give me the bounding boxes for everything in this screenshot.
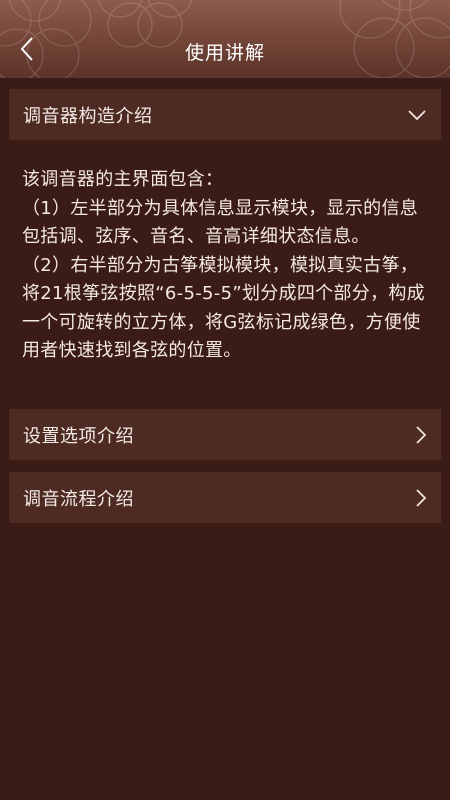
chevron-right-icon xyxy=(415,488,427,508)
section-construction-content: 该调音器的主界面包含： （1）左半部分为具体信息显示模块，显示的信息包括调、弦序… xyxy=(22,166,434,366)
header-bar: 使用讲解 xyxy=(0,0,450,78)
content-item-1: （1）左半部分为具体信息显示模块，显示的信息包括调、弦序、音名、音高详细状态信息… xyxy=(22,197,419,248)
section-label: 调音流程介绍 xyxy=(23,488,134,510)
section-label: 调音器构造介绍 xyxy=(23,105,153,127)
chevron-down-icon xyxy=(407,109,427,121)
section-construction-header[interactable]: 调音器构造介绍 xyxy=(9,89,441,140)
chevron-right-icon xyxy=(415,425,427,445)
content-intro: 该调音器的主界面包含： xyxy=(22,169,224,190)
section-settings-header[interactable]: 设置选项介绍 xyxy=(9,409,441,460)
section-tuning-flow-header[interactable]: 调音流程介绍 xyxy=(9,472,441,523)
content-item-2: （2）右半部分为古筝模拟模块，模拟真实古筝，将21根筝弦按照“6-5-5-5”划… xyxy=(22,254,425,362)
page-title: 使用讲解 xyxy=(184,42,265,64)
content-area: 调音器构造介绍 该调音器的主界面包含： （1）左半部分为具体信息显示模块，显示的… xyxy=(0,78,450,800)
section-label: 设置选项介绍 xyxy=(23,425,134,447)
